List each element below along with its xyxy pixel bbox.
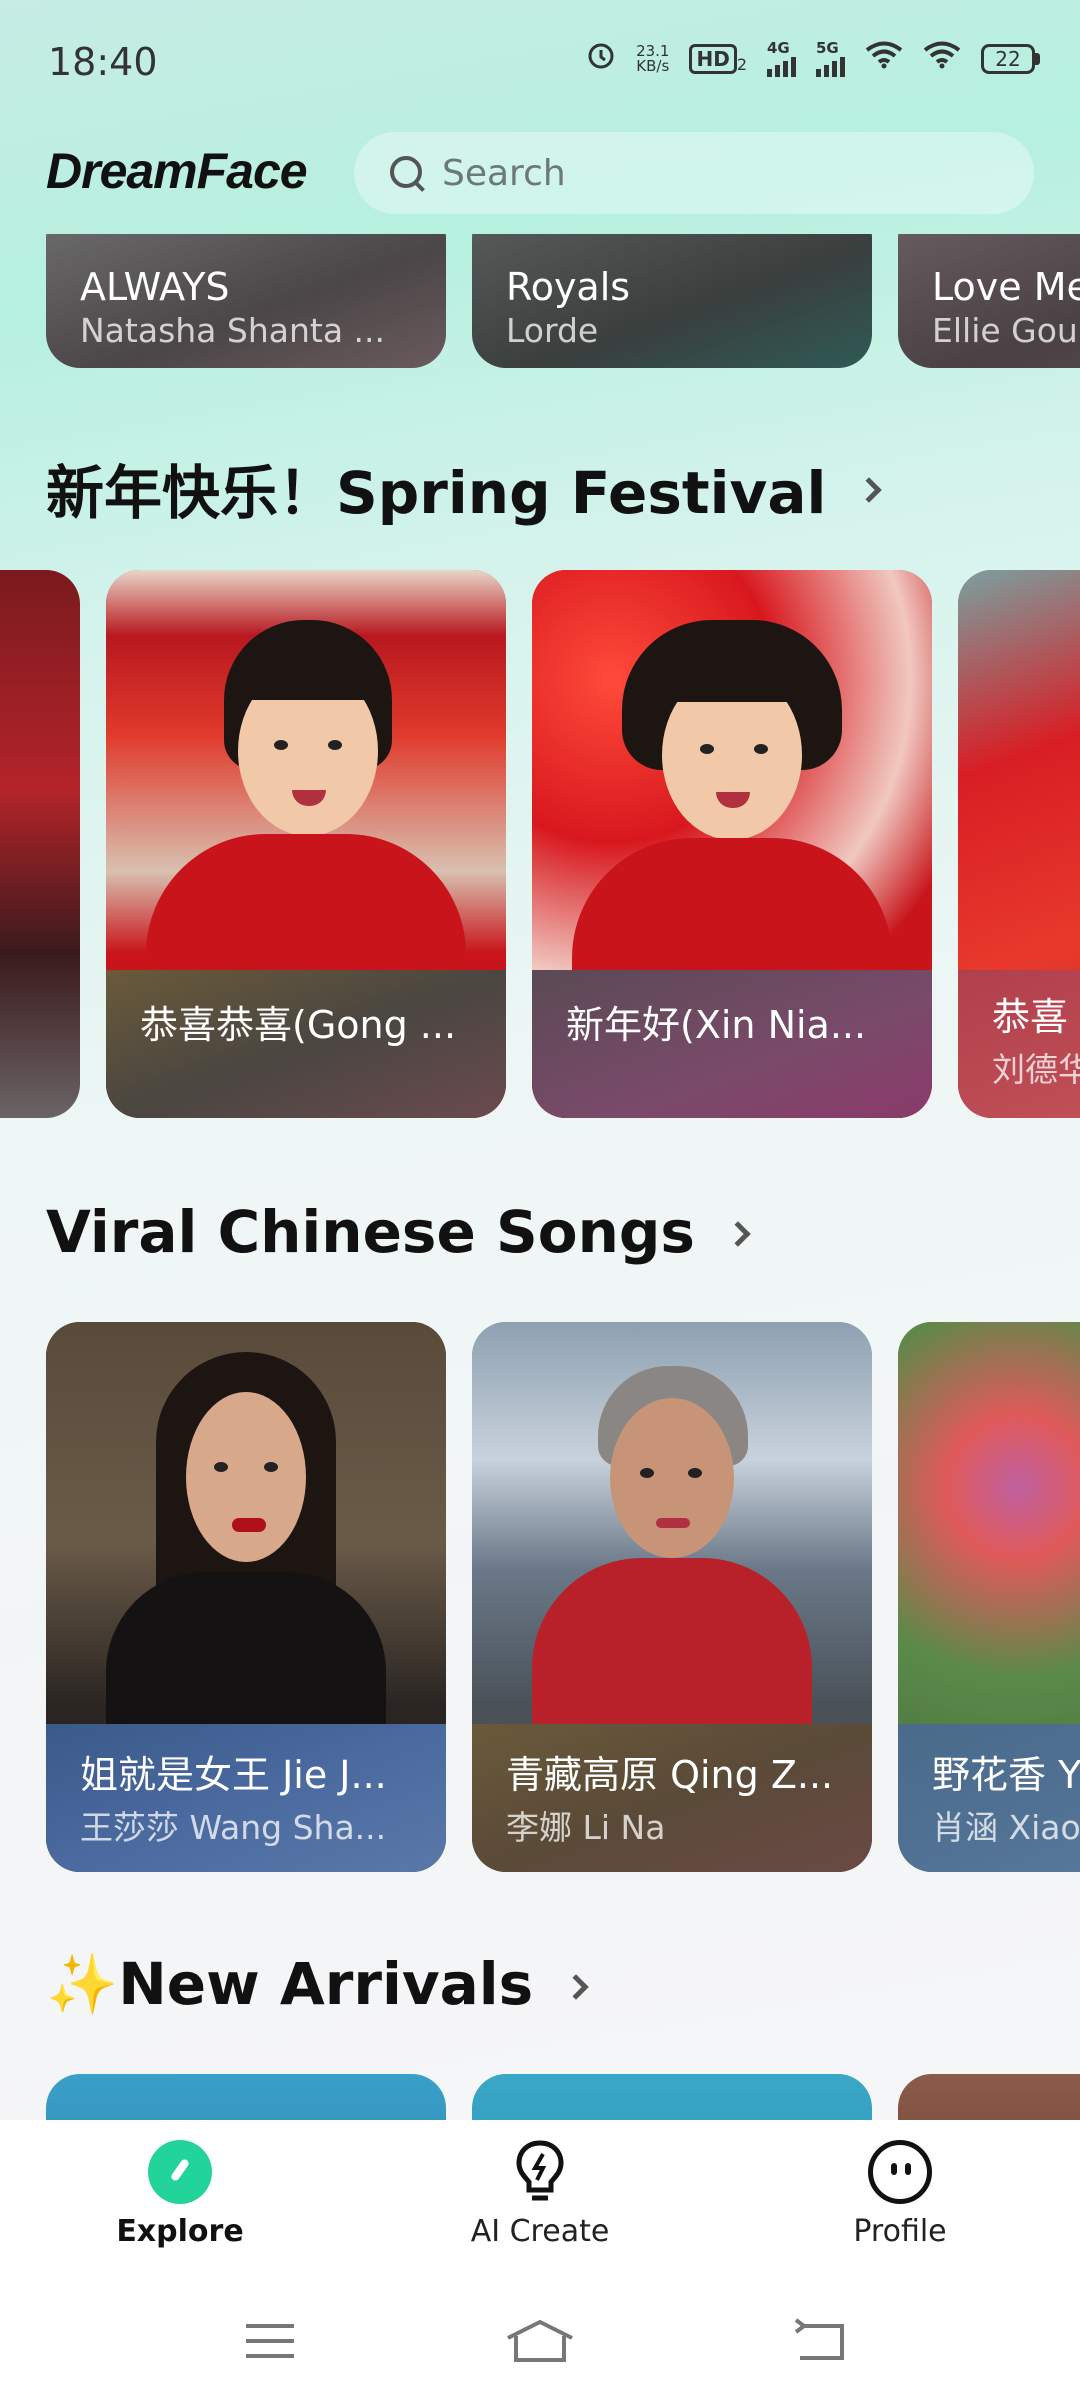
song-artist: 肖涵 Xiao [932, 1808, 1080, 1847]
section-title-spring-festival[interactable]: 新年快乐！Spring Festival [46, 446, 883, 530]
card-caption: 恭喜 刘德华 [958, 970, 1080, 1118]
song-title: 姐就是女王 Jie J... [80, 1753, 387, 1797]
nav-profile[interactable]: Profile [750, 2140, 1050, 2249]
face-icon [868, 2140, 932, 2204]
nav-label: Explore [116, 2214, 244, 2249]
song-card[interactable] [898, 2074, 1080, 2120]
chevron-right-icon [563, 1973, 589, 2000]
song-card[interactable]: ALWAYS Natasha Shanta ... [46, 234, 446, 368]
card-caption: 恭喜恭喜(Gong ... [106, 970, 506, 1118]
wifi-icon-2 [923, 41, 961, 76]
song-artist: 王莎莎 Wang Sha... [80, 1808, 387, 1847]
menu-icon[interactable] [240, 2316, 300, 2366]
home-icon[interactable] [504, 2316, 576, 2366]
app-header: DreamFace Search [0, 120, 1080, 234]
signal-5g-icon: 5G [816, 40, 845, 77]
song-title: 野花香 Y [932, 1753, 1080, 1797]
song-card[interactable] [0, 570, 80, 1118]
card-caption: 青藏高原 Qing Z... 李娜 Li Na [472, 1724, 872, 1872]
net-speed: 23.1 KB/s [636, 41, 670, 75]
explore-icon [148, 2140, 212, 2204]
signal-4g-icon: 4G [767, 40, 796, 77]
lightbulb-icon [515, 2140, 565, 2204]
alarm-icon [586, 40, 616, 77]
card-caption: 姐就是女王 Jie J... 王莎莎 Wang Sha... [46, 1724, 446, 1872]
status-time: 18:40 [48, 40, 158, 84]
song-card[interactable]: 姐就是女王 Jie J... 王莎莎 Wang Sha... [46, 1322, 446, 1872]
song-card[interactable] [46, 2074, 446, 2120]
song-title: 青藏高原 Qing Z... [506, 1753, 834, 1797]
status-bar: 18:40 23.1 KB/s HD 2 4G 5G 22 [0, 0, 1080, 120]
song-card[interactable]: 青藏高原 Qing Z... 李娜 Li Na [472, 1322, 872, 1872]
card-caption: 野花香 Y 肖涵 Xiao [898, 1724, 1080, 1872]
song-card[interactable] [472, 2074, 872, 2120]
search-bar[interactable]: Search [354, 132, 1034, 214]
song-title: Love Me [932, 265, 1080, 309]
search-placeholder: Search [442, 152, 566, 194]
song-card[interactable]: 恭喜恭喜(Gong ... [106, 570, 506, 1118]
chevron-right-icon [856, 477, 883, 503]
section-title-new-arrivals[interactable]: ✨New Arrivals [46, 1950, 589, 2019]
song-artist: Lorde [506, 311, 599, 350]
song-artist: Ellie Gou [932, 311, 1078, 350]
search-icon [388, 154, 426, 192]
bottom-nav: Explore AI Create Profile [0, 2120, 1080, 2280]
explore-feed[interactable]: ALWAYS Natasha Shanta ... Royals Lorde L… [0, 234, 1080, 2120]
song-artist: 李娜 Li Na [506, 1808, 666, 1847]
nav-ai-create[interactable]: AI Create [390, 2140, 690, 2249]
song-card[interactable]: 新年好(Xin Nia... [532, 570, 932, 1118]
song-artist: Natasha Shanta ... [80, 311, 386, 350]
nav-explore[interactable]: Explore [30, 2140, 330, 2249]
song-title: 恭喜 [992, 995, 1069, 1039]
system-nav-bar [0, 2280, 1080, 2408]
song-title: Royals [506, 265, 631, 309]
wifi-icon [865, 41, 903, 76]
section-title-viral-chinese-songs[interactable]: Viral Chinese Songs [46, 1198, 751, 1266]
song-title: 恭喜恭喜(Gong ... [140, 1003, 457, 1047]
song-title: ALWAYS [80, 265, 230, 309]
status-icons: 23.1 KB/s HD 2 4G 5G 22 [586, 40, 1040, 77]
card-caption: 新年好(Xin Nia... [532, 970, 932, 1118]
song-card[interactable]: Royals Lorde [472, 234, 872, 368]
battery-icon: 22 [981, 43, 1040, 74]
song-card[interactable]: 恭喜 刘德华 [958, 570, 1080, 1118]
song-card[interactable]: Love Me Ellie Gou [898, 234, 1080, 368]
song-card[interactable]: 野花香 Y 肖涵 Xiao [898, 1322, 1080, 1872]
song-artist: 刘德华 [992, 1050, 1080, 1089]
song-title: 新年好(Xin Nia... [566, 1003, 867, 1047]
chevron-right-icon [725, 1221, 751, 1247]
back-icon[interactable] [790, 2316, 850, 2366]
app-logo: DreamFace [46, 143, 308, 199]
nav-label: AI Create [470, 2214, 610, 2249]
nav-label: Profile [853, 2214, 947, 2249]
hd-icon: HD 2 [689, 43, 747, 74]
